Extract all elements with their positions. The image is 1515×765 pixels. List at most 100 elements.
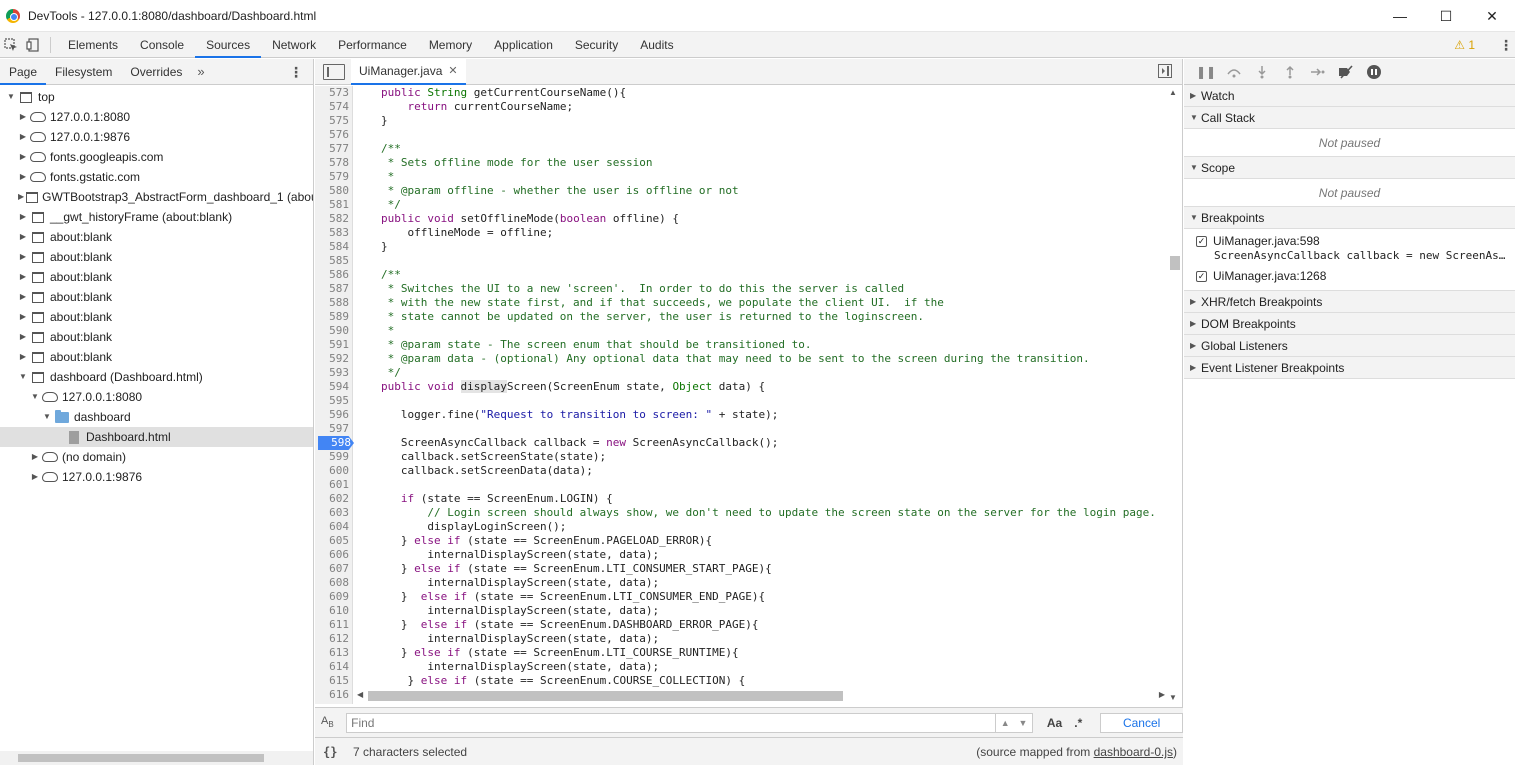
section-watch[interactable]: ▶ Watch <box>1184 85 1515 107</box>
device-toolbar-icon[interactable] <box>22 32 44 58</box>
collapsed-triangle-icon[interactable]: ▶ <box>30 467 40 487</box>
tab-page[interactable]: Page <box>0 59 47 85</box>
step-over-icon[interactable] <box>1220 59 1248 85</box>
pause-on-exceptions-icon[interactable] <box>1360 59 1388 85</box>
section-global-listeners[interactable]: ▶ Global Listeners <box>1184 335 1515 357</box>
code-vertical-scrollbar[interactable]: ▲ ▼ <box>1166 86 1182 704</box>
collapsed-triangle-icon[interactable]: ▶ <box>18 347 28 367</box>
code-line[interactable]: 590 * <box>315 324 1167 338</box>
line-number[interactable]: 602 <box>315 492 349 506</box>
breakpoint-checkbox[interactable]: ✓ <box>1196 235 1207 247</box>
match-case-toggle[interactable]: Aa <box>1047 716 1062 730</box>
code-line[interactable]: 610 internalDisplayScreen(state, data); <box>315 604 1167 618</box>
tree-item[interactable]: ▶ about:blank <box>0 347 313 367</box>
section-call-stack[interactable]: ▼ Call Stack <box>1184 107 1515 129</box>
step-into-icon[interactable] <box>1248 59 1276 85</box>
collapsed-triangle-icon[interactable]: ▶ <box>18 107 28 127</box>
code-line[interactable]: 576 <box>315 128 1167 142</box>
tab-audits[interactable]: Audits <box>629 32 684 58</box>
line-number[interactable]: 585 <box>315 254 349 268</box>
code-vscroll-thumb[interactable] <box>1170 256 1180 270</box>
line-number[interactable]: 573 <box>315 86 349 100</box>
code-line[interactable]: 614 internalDisplayScreen(state, data); <box>315 660 1167 674</box>
tree-item[interactable]: ▼ top <box>0 87 313 107</box>
source-map-link[interactable]: dashboard-0.js <box>1094 745 1173 759</box>
line-number[interactable]: 603 <box>315 506 349 520</box>
deactivate-breakpoints-icon[interactable] <box>1332 59 1360 85</box>
section-breakpoints[interactable]: ▼ Breakpoints <box>1184 207 1515 229</box>
line-number[interactable]: 613 <box>315 646 349 660</box>
code-line[interactable]: 581 */ <box>315 198 1167 212</box>
expanded-triangle-icon[interactable]: ▼ <box>18 367 28 387</box>
collapsed-triangle-icon[interactable]: ▶ <box>18 307 28 327</box>
breakpoint-line-number[interactable]: 598 <box>318 436 354 450</box>
code-line[interactable]: 583 offlineMode = offline; <box>315 226 1167 240</box>
line-number[interactable]: 586 <box>315 268 349 282</box>
code-line[interactable]: 575} <box>315 114 1167 128</box>
code-line[interactable]: 599 callback.setScreenState(state); <box>315 450 1167 464</box>
tree-item[interactable]: ▶ fonts.googleapis.com <box>0 147 313 167</box>
code-line[interactable]: 611 } else if (state == ScreenEnum.DASHB… <box>315 618 1167 632</box>
section-scope[interactable]: ▼ Scope <box>1184 157 1515 179</box>
tree-item[interactable]: ▶ 127.0.0.1:8080 <box>0 107 313 127</box>
code-line[interactable]: 593 */ <box>315 366 1167 380</box>
code-line[interactable]: 604 displayLoginScreen(); <box>315 520 1167 534</box>
code-line[interactable]: 603 // Login screen should always show, … <box>315 506 1167 520</box>
line-number[interactable]: 604 <box>315 520 349 534</box>
code-line[interactable]: 588 * with the new state first, and if t… <box>315 296 1167 310</box>
close-button[interactable]: ✕ <box>1469 0 1515 32</box>
minimize-button[interactable]: — <box>1377 0 1423 32</box>
code-line[interactable]: 613 } else if (state == ScreenEnum.LTI_C… <box>315 646 1167 660</box>
code-line[interactable]: 598 ScreenAsyncCallback callback = new S… <box>315 436 1167 450</box>
line-number[interactable]: 591 <box>315 338 349 352</box>
line-number[interactable]: 607 <box>315 562 349 576</box>
line-number[interactable]: 599 <box>315 450 349 464</box>
line-number[interactable]: 581 <box>315 198 349 212</box>
tree-item[interactable]: ▶ about:blank <box>0 247 313 267</box>
code-hscroll-thumb[interactable] <box>368 691 843 701</box>
tree-item[interactable]: ▶ 127.0.0.1:9876 <box>0 467 313 487</box>
line-number[interactable]: 611 <box>315 618 349 632</box>
code-line[interactable]: 584} <box>315 240 1167 254</box>
tab-network[interactable]: Network <box>261 32 327 58</box>
code-line[interactable]: 579 * <box>315 170 1167 184</box>
collapsed-triangle-icon[interactable]: ▶ <box>18 287 28 307</box>
section-xhr-breakpoints[interactable]: ▶ XHR/fetch Breakpoints <box>1184 291 1515 313</box>
scroll-up-icon[interactable]: ▲ <box>1169 88 1177 97</box>
tree-item[interactable]: ▶ GWTBootstrap3_AbstractForm_dashboard_1 … <box>0 187 313 207</box>
line-number[interactable]: 609 <box>315 590 349 604</box>
line-number[interactable]: 605 <box>315 534 349 548</box>
line-number[interactable]: 590 <box>315 324 349 338</box>
code-line[interactable]: 606 internalDisplayScreen(state, data); <box>315 548 1167 562</box>
code-line[interactable]: 574 return currentCourseName; <box>315 100 1167 114</box>
line-number[interactable]: 588 <box>315 296 349 310</box>
code-line[interactable]: 582 public void setOfflineMode(boolean of… <box>315 212 1167 226</box>
find-replace-icon[interactable]: AB <box>321 715 342 729</box>
navigator-horizontal-scrollbar[interactable] <box>0 751 313 765</box>
line-number[interactable]: 589 <box>315 310 349 324</box>
code-line[interactable]: 602 if (state == ScreenEnum.LOGIN) { <box>315 492 1167 506</box>
line-number[interactable]: 610 <box>315 604 349 618</box>
breakpoint-checkbox[interactable]: ✓ <box>1196 270 1207 282</box>
line-number[interactable]: 608 <box>315 576 349 590</box>
file-tab-uimanager[interactable]: UiManager.java ✕ <box>351 58 466 85</box>
tree-item[interactable]: ▶ (no domain) <box>0 447 313 467</box>
pause-resume-icon[interactable]: ❚❚ <box>1192 59 1220 85</box>
tab-filesystem[interactable]: Filesystem <box>46 59 121 85</box>
line-number[interactable]: 601 <box>315 478 349 492</box>
code-horizontal-scrollbar[interactable]: ◀ ▶ <box>353 688 1167 704</box>
line-number[interactable]: 575 <box>315 114 349 128</box>
collapsed-triangle-icon[interactable]: ▶ <box>18 327 28 347</box>
line-number[interactable]: 592 <box>315 352 349 366</box>
tab-sources[interactable]: Sources <box>195 32 262 58</box>
collapsed-triangle-icon[interactable]: ▶ <box>18 227 28 247</box>
tree-item[interactable]: ▶ __gwt_historyFrame (about:blank) <box>0 207 313 227</box>
code-line[interactable]: 577 /** <box>315 142 1167 156</box>
breakpoint-item[interactable]: ✓ UiManager.java:598 ScreenAsyncCallback … <box>1184 229 1515 264</box>
scroll-right-icon[interactable]: ▶ <box>1159 690 1165 699</box>
tree-item[interactable]: ▼ dashboard <box>0 407 313 427</box>
code-line[interactable]: 592 * @param data - (optional) Any optio… <box>315 352 1167 366</box>
tab-console[interactable]: Console <box>129 32 195 58</box>
more-tabs-icon[interactable]: » <box>191 64 210 79</box>
section-dom-breakpoints[interactable]: ▶ DOM Breakpoints <box>1184 313 1515 335</box>
